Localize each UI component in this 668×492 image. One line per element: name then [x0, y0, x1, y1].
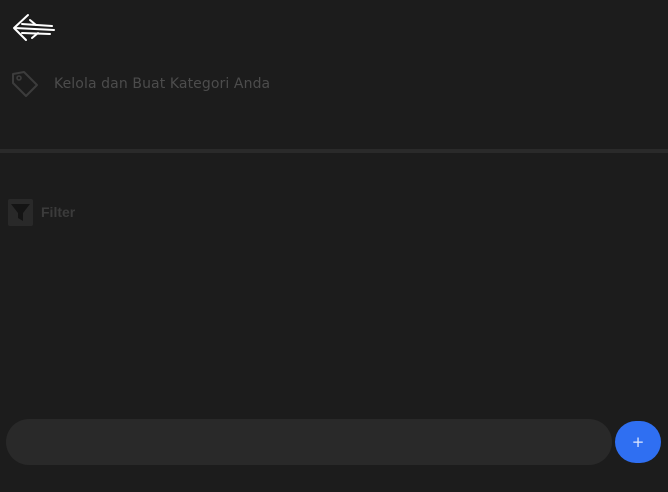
category-screen: Kelola dan Buat Kategori Anda Filter + — [0, 0, 668, 492]
add-category-button[interactable]: + — [615, 421, 661, 463]
divider — [0, 149, 668, 153]
filter-button[interactable]: Filter — [8, 198, 75, 226]
page-header: Kelola dan Buat Kategori Anda — [8, 66, 270, 102]
funnel-icon — [8, 198, 33, 226]
filter-label: Filter — [41, 204, 76, 220]
tag-icon — [8, 68, 40, 100]
page-title: Kelola dan Buat Kategori Anda — [54, 76, 271, 92]
arrow-left-icon — [10, 12, 56, 46]
back-button[interactable] — [8, 10, 58, 48]
category-name-input[interactable] — [6, 419, 612, 465]
